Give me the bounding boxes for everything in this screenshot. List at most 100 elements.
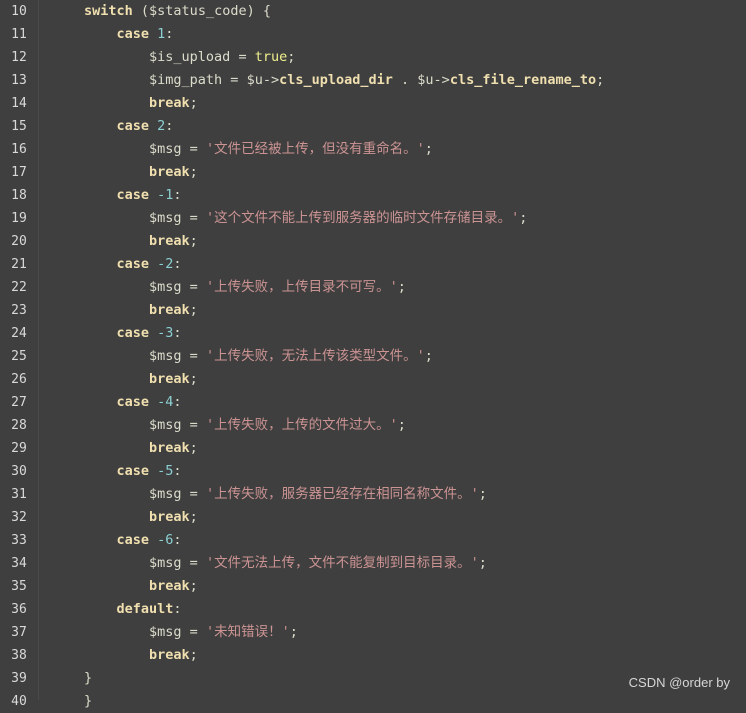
token-var: $u xyxy=(246,72,263,88)
token-str: '上传失败，无法上传该类型文件。' xyxy=(205,348,425,364)
token-op: = xyxy=(181,210,206,226)
token-op: ) { xyxy=(246,3,271,19)
code-editor[interactable]: 10 11 12 13 14 15 16 17 18 19 20 21 22 23 24 25 26 27 28 29… xyxy=(0,0,746,709)
token-op: = xyxy=(181,348,206,364)
code-line[interactable]: break; xyxy=(39,644,746,667)
code-line[interactable]: break; xyxy=(39,368,746,391)
token-op: -> xyxy=(433,72,450,88)
code-line[interactable]: case 1: xyxy=(39,23,746,46)
token-kw: break xyxy=(84,647,190,663)
line-number: 18 xyxy=(11,188,27,203)
code-line[interactable]: $msg = '文件已经被上传，但没有重命名。'; xyxy=(39,138,746,161)
token-op: ; xyxy=(189,371,198,387)
token-op: = xyxy=(222,72,247,88)
line-number: 32 xyxy=(11,510,27,525)
token-var: $msg xyxy=(84,348,182,364)
token-op: ; xyxy=(478,555,487,571)
code-text: $msg = '文件已经被上传，但没有重命名。'; xyxy=(84,138,433,161)
code-text: break; xyxy=(84,644,198,667)
code-line[interactable]: break; xyxy=(39,437,746,460)
code-area[interactable]: switch ($status_code) { case 1: $is_uplo… xyxy=(39,0,746,709)
line-number: 20 xyxy=(11,234,27,249)
line-number: 15 xyxy=(11,119,27,134)
code-line[interactable]: break; xyxy=(39,506,746,529)
line-number: 23 xyxy=(11,303,27,318)
token-var: $msg xyxy=(84,624,182,640)
token-kw: break xyxy=(84,509,190,525)
token-op: = xyxy=(181,624,206,640)
line-number: 28 xyxy=(11,418,27,433)
token-num: -6 xyxy=(157,532,174,548)
token-var: $msg xyxy=(84,210,182,226)
code-text: $msg = '这个文件不能上传到服务器的临时文件存储目录。'; xyxy=(84,207,527,230)
token-op: ; xyxy=(397,279,406,295)
token-num: -3 xyxy=(157,325,174,341)
code-text: case 1: xyxy=(84,23,174,46)
code-text: break; xyxy=(84,575,198,598)
token-kw: break xyxy=(84,302,190,318)
token-op: : xyxy=(173,394,182,410)
token-op: ; xyxy=(189,647,198,663)
code-line[interactable]: switch ($status_code) { xyxy=(39,0,746,23)
token-kw: case xyxy=(84,256,158,272)
code-text: $msg = '上传失败，无法上传该类型文件。'; xyxy=(84,345,433,368)
token-op: = xyxy=(230,49,255,65)
code-line[interactable]: case -5: xyxy=(39,460,746,483)
code-line[interactable]: break; xyxy=(39,575,746,598)
token-var: $img_path xyxy=(84,72,223,88)
token-str: '未知错误！' xyxy=(205,624,290,640)
code-line[interactable]: break; xyxy=(39,92,746,115)
token-op: = xyxy=(181,141,206,157)
code-text: break; xyxy=(84,161,198,184)
token-op: : xyxy=(173,187,182,203)
code-line[interactable]: break; xyxy=(39,299,746,322)
token-op: ; xyxy=(189,302,198,318)
token-var: $status_code xyxy=(149,3,247,19)
code-line[interactable]: $msg = '未知错误！'; xyxy=(39,621,746,644)
line-number: 40 xyxy=(11,694,27,709)
token-op: -> xyxy=(262,72,280,88)
token-op: } xyxy=(84,670,93,686)
code-line[interactable]: case 2: xyxy=(39,115,746,138)
code-text: $msg = '文件无法上传，文件不能复制到目标目录。'; xyxy=(84,552,487,575)
line-number: 27 xyxy=(11,395,27,410)
token-const: true xyxy=(254,49,288,65)
code-line[interactable]: $is_upload = true; xyxy=(39,46,746,69)
code-line[interactable]: case -6: xyxy=(39,529,746,552)
code-line[interactable]: $msg = '上传失败，无法上传该类型文件。'; xyxy=(39,345,746,368)
code-line[interactable]: $msg = '文件无法上传，文件不能复制到目标目录。'; xyxy=(39,552,746,575)
token-num: -5 xyxy=(157,463,174,479)
line-number: 17 xyxy=(11,165,27,180)
token-kw: break xyxy=(84,95,190,111)
token-op: : xyxy=(165,26,174,42)
code-line[interactable]: $msg = '上传失败，上传的文件过大。'; xyxy=(39,414,746,437)
code-line[interactable]: } xyxy=(39,690,746,713)
code-line[interactable]: case -2: xyxy=(39,253,746,276)
line-number: 24 xyxy=(11,326,27,341)
token-op: ; xyxy=(189,509,198,525)
code-line[interactable]: break; xyxy=(39,230,746,253)
line-number: 39 xyxy=(11,671,27,686)
token-kw: switch xyxy=(84,3,133,19)
code-line[interactable]: $msg = '这个文件不能上传到服务器的临时文件存储目录。'; xyxy=(39,207,746,230)
token-op: : xyxy=(173,463,182,479)
code-line[interactable]: case -4: xyxy=(39,391,746,414)
token-op: ; xyxy=(189,440,198,456)
token-num: -1 xyxy=(157,187,174,203)
token-kw: case xyxy=(84,187,158,203)
code-line[interactable]: case -3: xyxy=(39,322,746,345)
token-op: . xyxy=(392,72,418,88)
token-op: = xyxy=(181,279,206,295)
token-kw: break xyxy=(84,233,190,249)
code-line[interactable]: break; xyxy=(39,161,746,184)
line-number: 29 xyxy=(11,441,27,456)
code-line[interactable]: case -1: xyxy=(39,184,746,207)
token-prop: cls_file_rename_to xyxy=(449,72,597,88)
code-line[interactable]: $msg = '上传失败，上传目录不可写。'; xyxy=(39,276,746,299)
line-number: 12 xyxy=(11,50,27,65)
code-text: default: xyxy=(84,598,182,621)
code-line[interactable]: $msg = '上传失败，服务器已经存在相同名称文件。'; xyxy=(39,483,746,506)
code-line[interactable]: default: xyxy=(39,598,746,621)
code-line[interactable]: $img_path = $u->cls_upload_dir . $u->cls… xyxy=(39,69,746,92)
code-text: break; xyxy=(84,437,198,460)
